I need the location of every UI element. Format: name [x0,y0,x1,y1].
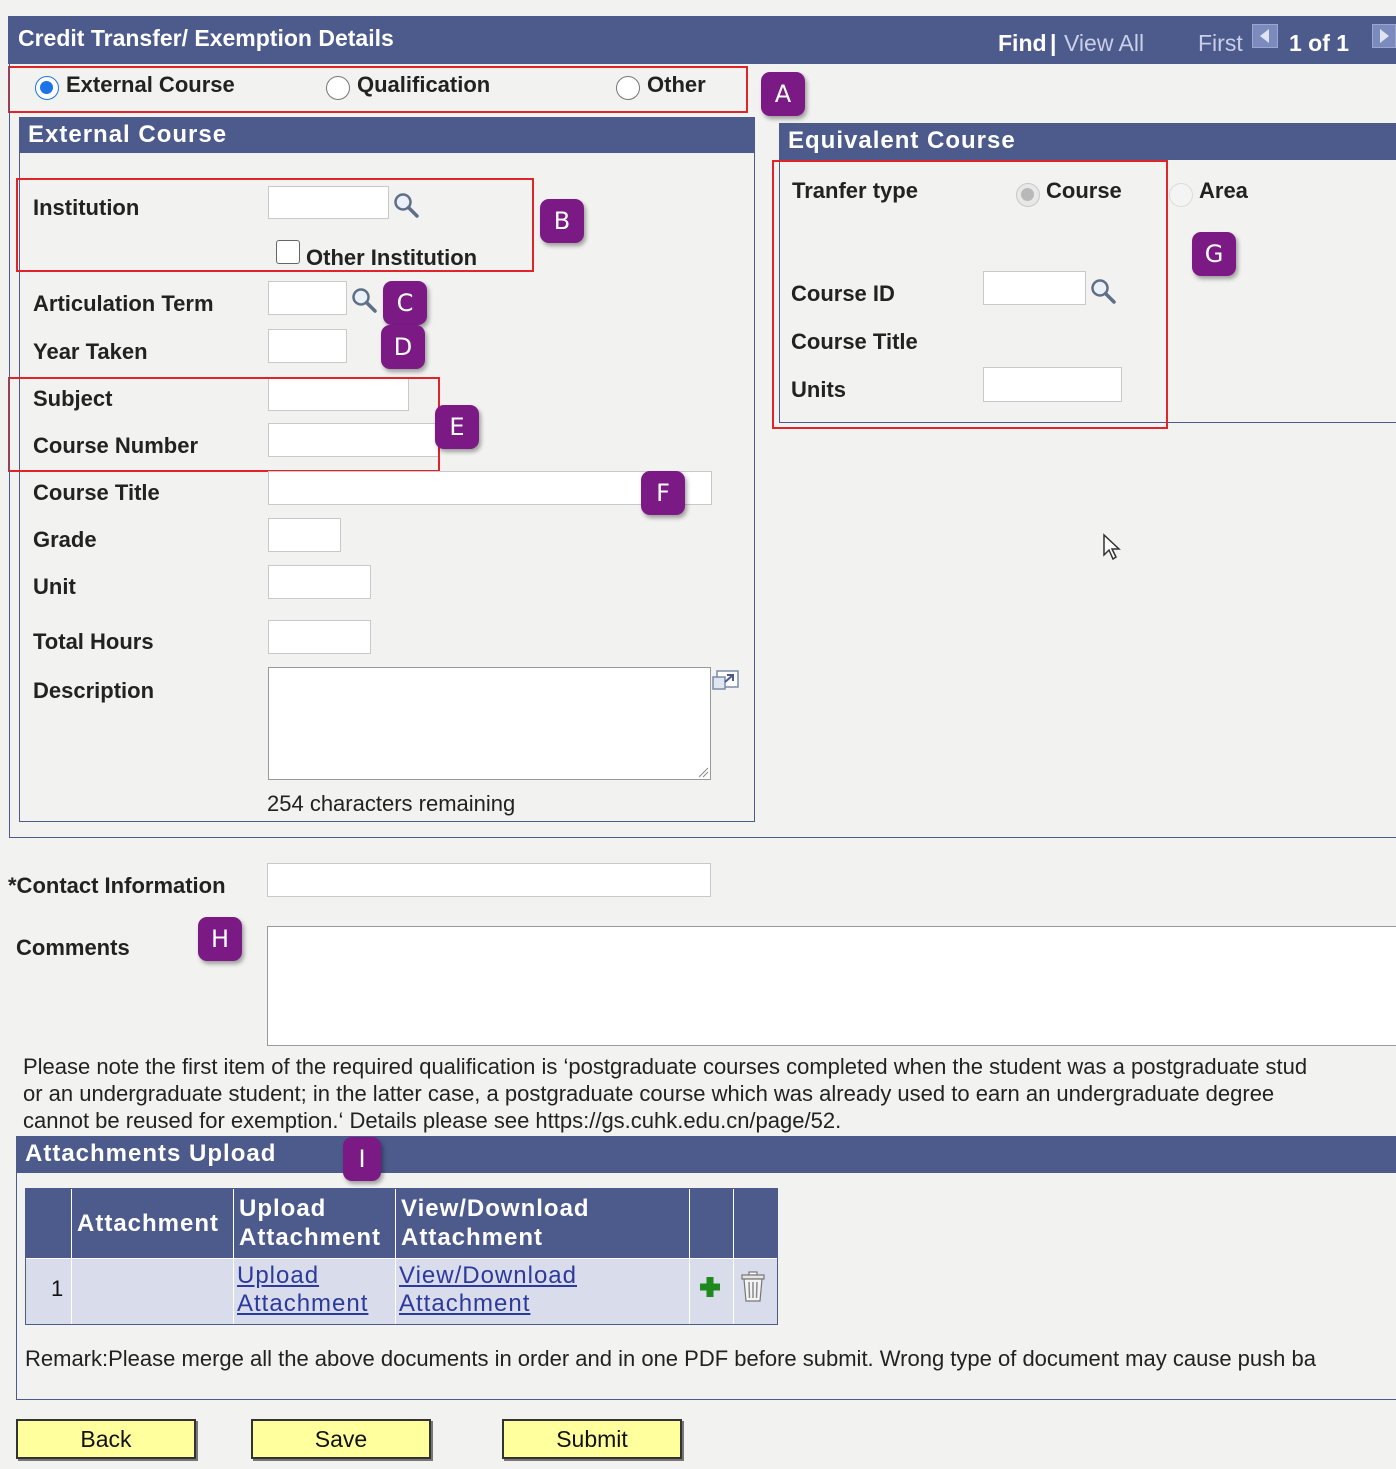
table-row-number: 1 [51,1276,64,1301]
view-all-link[interactable]: View All [1064,30,1144,57]
header-separator: | [1050,30,1057,56]
submit-button[interactable]: Submit [502,1419,682,1459]
upload-attachment-link[interactable]: Upload Attachment [237,1262,368,1318]
qualification-note-line-1: Please note the first item of the requir… [23,1054,1308,1079]
first-link[interactable]: First [1198,30,1243,57]
next-arrow-icon[interactable] [1372,24,1396,48]
delete-row-trash-icon[interactable] [740,1271,766,1303]
grid-divider [733,1189,734,1324]
contact-information-label: *Contact Information [8,873,226,898]
annotation-badge-h: H [198,917,242,961]
grid-divider [395,1189,396,1324]
qualification-note-line-3: cannot be reused for exemption.‘ Details… [23,1108,842,1133]
view-download-attachment-link[interactable]: View/Download Attachment [399,1262,577,1318]
column-header-upload-line-2: Attachment [239,1224,382,1251]
column-header-attachment: Attachment [77,1210,220,1237]
grid-row-divider [26,1258,777,1259]
column-header-view-line-1: View/Download [401,1195,590,1222]
save-button[interactable]: Save [251,1419,431,1459]
upload-link-line-2: Attachment [237,1290,369,1317]
find-link[interactable]: Find [998,30,1047,57]
grid-divider [689,1189,690,1324]
contact-information-input[interactable] [267,863,711,897]
previous-arrow-icon[interactable] [1252,24,1278,48]
grid-divider [71,1189,72,1324]
view-link-line-2: Attachment [399,1290,531,1317]
add-row-plus-icon[interactable] [698,1275,722,1299]
view-link-line-1: View/Download [399,1262,577,1289]
detail-frame [9,64,1396,838]
comments-textarea[interactable] [267,926,1396,1046]
attachments-header: Attachments Upload [16,1136,1396,1173]
page-title: Credit Transfer/ Exemption Details [18,25,394,51]
grid-divider [233,1189,234,1324]
column-header-upload-line-1: Upload [239,1195,327,1222]
upload-link-line-1: Upload [237,1262,320,1289]
comments-label: Comments [16,935,130,960]
back-button[interactable]: Back [16,1419,196,1459]
column-header-view-line-2: Attachment [401,1224,544,1251]
page-count: 1 of 1 [1289,30,1350,56]
annotation-badge-i: I [343,1137,381,1181]
remark-text: Remark:Please merge all the above docume… [25,1346,1316,1371]
qualification-note-line-2: or an undergraduate student; in the latt… [23,1081,1275,1106]
